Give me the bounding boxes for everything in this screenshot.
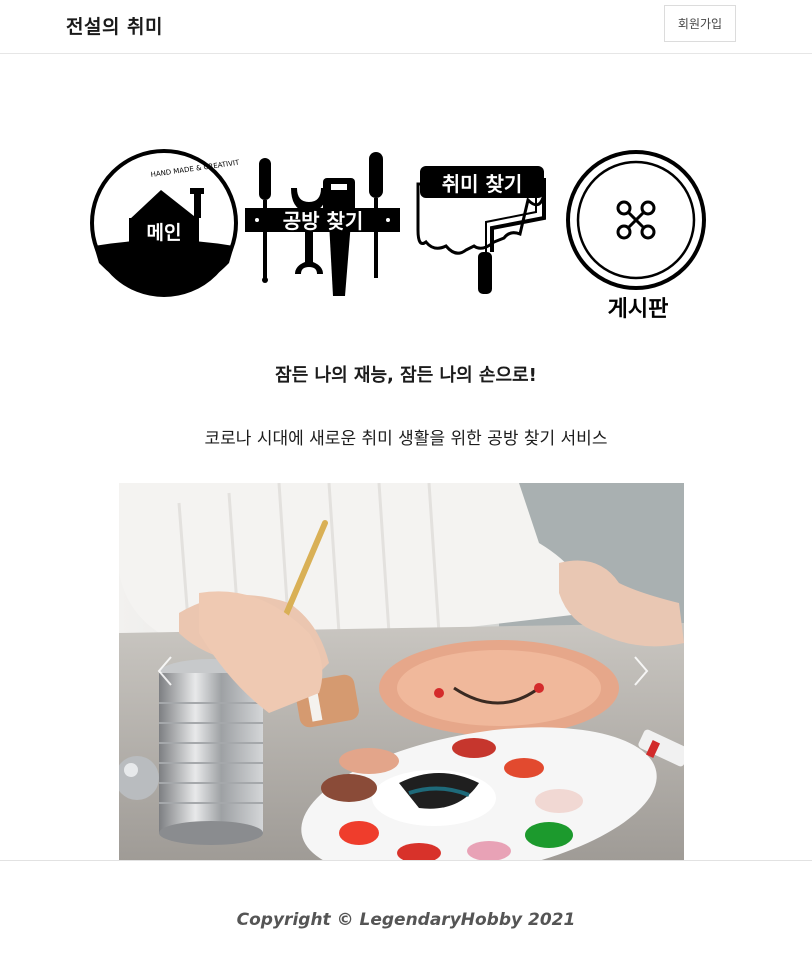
nav-board[interactable]: 게시판 (565, 150, 710, 325)
footer-divider (0, 860, 812, 861)
signup-button[interactable]: 회원가입 (664, 5, 736, 42)
chevron-left-icon (157, 656, 172, 686)
tools-icon: 공방 찾기 (245, 152, 400, 296)
carousel-next-button[interactable] (629, 653, 653, 689)
paint-roller-icon: 취미 찾기 (416, 166, 546, 294)
image-carousel[interactable] (119, 483, 684, 861)
chevron-right-icon (634, 656, 649, 686)
nav-main[interactable]: HAND MADE & CREATIVITY 메인 (89, 148, 245, 298)
brand-title[interactable]: 전설의 취미 (66, 12, 163, 39)
nav-hobby[interactable]: 취미 찾기 (416, 160, 548, 300)
house-stamp-icon: HAND MADE & CREATIVITY 메인 (90, 149, 245, 297)
nav-board-label: 게시판 (608, 297, 669, 322)
hero-tagline: 잠든 나의 재능, 잠든 나의 손으로! (275, 365, 537, 386)
nav-workshop[interactable]: 공방 찾기 (245, 148, 400, 298)
nav-workshop-label: 공방 찾기 (283, 209, 364, 233)
nav-main-label: 메인 (147, 222, 182, 244)
nav-hobby-label: 취미 찾기 (442, 172, 523, 196)
hero-subtitle: 코로나 시대에 새로운 취미 생활을 위한 공방 찾기 서비스 (204, 429, 608, 449)
footer-copyright: Copyright © LegendaryHobby 2021 (236, 910, 576, 930)
button-icon: 게시판 (566, 150, 706, 322)
child-painting-photo (119, 483, 684, 861)
carousel-prev-button[interactable] (153, 653, 177, 689)
top-navbar: 전설의 취미 회원가입 (0, 0, 812, 54)
